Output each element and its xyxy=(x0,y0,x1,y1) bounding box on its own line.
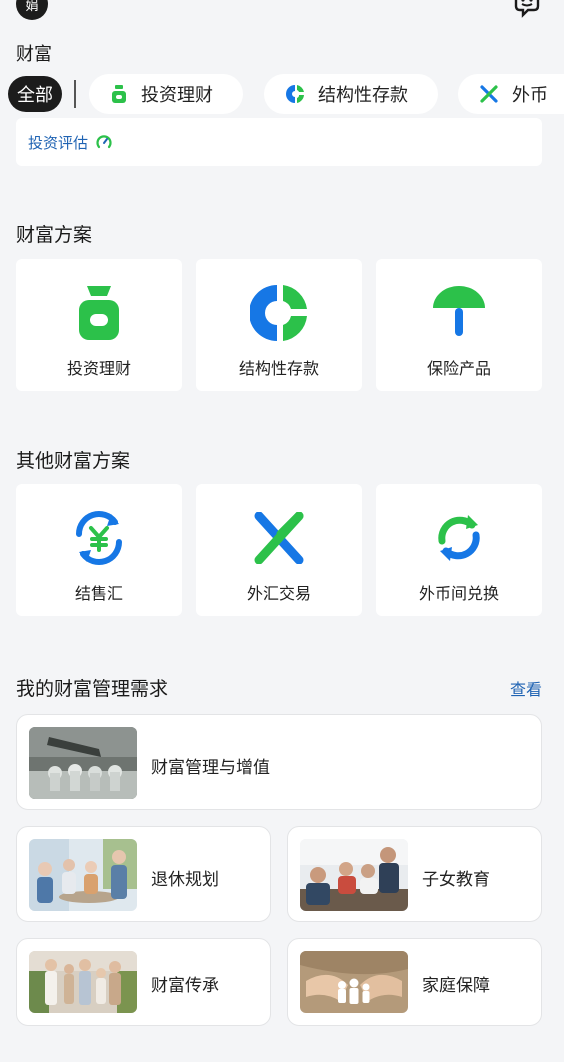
tile-structured-deposit[interactable]: 结构性存款 xyxy=(196,259,362,391)
investment-assessment-card[interactable]: 投资评估 xyxy=(16,118,542,166)
needs-title: 我的财富管理需求 xyxy=(16,678,169,700)
chip-divider xyxy=(74,80,76,108)
need-label: 退休规划 xyxy=(151,870,219,890)
retirement-photo xyxy=(29,839,137,911)
filter-chip-bar: 全部 投资理财 结构性存款 外币 xyxy=(0,74,564,114)
need-label: 财富传承 xyxy=(151,976,219,996)
other-plans-title: 其他财富方案 xyxy=(16,450,131,472)
tile-insurance[interactable]: 保险产品 xyxy=(376,259,542,391)
tile-label: 结构性存款 xyxy=(238,359,319,378)
need-label: 子女教育 xyxy=(422,870,490,890)
tile-label: 外币间兑换 xyxy=(418,584,499,603)
avatar[interactable]: 娟 xyxy=(16,0,48,20)
chip-all[interactable]: 全部 xyxy=(8,76,62,112)
cross-arrows-icon xyxy=(480,85,498,103)
need-card-wealth-inheritance[interactable]: 财富传承 xyxy=(16,938,271,1026)
need-label: 财富管理与增值 xyxy=(151,758,270,778)
tile-label: 保险产品 xyxy=(426,359,491,378)
tile-investment[interactable]: 投资理财 xyxy=(16,259,182,391)
umbrella-icon xyxy=(433,286,485,336)
wealth-growth-photo xyxy=(29,727,137,799)
chip-foreign-currency[interactable]: 外币 xyxy=(458,74,564,114)
tile-label: 结售汇 xyxy=(74,584,123,603)
family-protection-photo xyxy=(300,951,408,1013)
see-needs-link[interactable]: 查看 xyxy=(510,676,542,700)
gauge-icon xyxy=(96,135,112,149)
chip-investment[interactable]: 投资理财 xyxy=(89,74,243,114)
tile-fx-settlement[interactable]: 结售汇 xyxy=(16,484,182,616)
top-bar: 娟 xyxy=(0,0,564,24)
need-card-family-protection[interactable]: 家庭保障 xyxy=(287,938,542,1026)
need-card-retirement[interactable]: 退休规划 xyxy=(16,826,271,922)
tile-currency-exchange[interactable]: 外币间兑换 xyxy=(376,484,542,616)
need-card-wealth-growth[interactable]: 财富管理与增值 xyxy=(16,714,542,810)
cross-arrows-icon xyxy=(254,512,304,564)
wealth-inheritance-photo xyxy=(29,951,137,1013)
need-label: 家庭保障 xyxy=(422,976,490,996)
need-card-child-education[interactable]: 子女教育 xyxy=(287,826,542,922)
chat-robot-icon[interactable] xyxy=(512,0,542,18)
tile-label: 投资理财 xyxy=(66,359,131,378)
moneybag-icon xyxy=(112,85,126,103)
wealth-plans-grid: 投资理财 结构性存款 保险产品 xyxy=(16,259,542,391)
moneybag-icon xyxy=(79,286,119,340)
assessment-label: 投资评估 xyxy=(28,133,89,152)
child-education-photo xyxy=(300,839,408,911)
chip-label: 投资理财 xyxy=(141,85,213,106)
page-title: 财富 xyxy=(16,44,52,65)
yuan-exchange-icon xyxy=(76,511,122,565)
wealth-plans-title: 财富方案 xyxy=(16,224,93,246)
other-plans-grid: 结售汇 外汇交易 外币间兑换 xyxy=(16,484,542,616)
tile-label: 外汇交易 xyxy=(246,584,311,603)
tile-fx-trading[interactable]: 外汇交易 xyxy=(196,484,362,616)
chip-label: 结构性存款 xyxy=(318,85,408,106)
chip-structured-deposit[interactable]: 结构性存款 xyxy=(264,74,438,114)
pie-icon xyxy=(250,285,307,341)
refresh-icon xyxy=(438,515,480,561)
chip-label: 外币 xyxy=(512,85,548,106)
pie-icon xyxy=(286,85,304,103)
